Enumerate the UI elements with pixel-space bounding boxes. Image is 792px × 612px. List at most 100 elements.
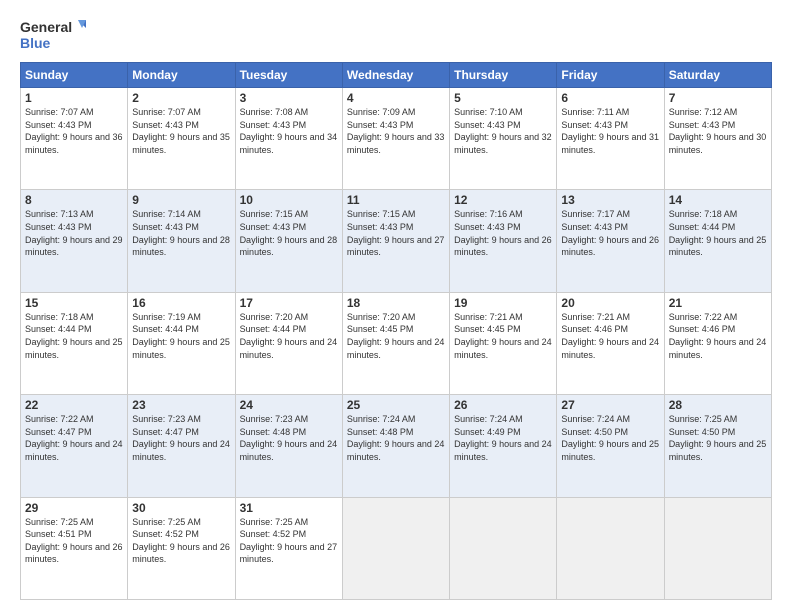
day-info: Sunrise: 7:24 AM Sunset: 4:48 PM Dayligh… bbox=[347, 413, 445, 463]
week-row-5: 29Sunrise: 7:25 AM Sunset: 4:51 PM Dayli… bbox=[21, 497, 772, 599]
day-number: 24 bbox=[240, 398, 338, 412]
day-info: Sunrise: 7:14 AM Sunset: 4:43 PM Dayligh… bbox=[132, 208, 230, 258]
day-cell-12: 12Sunrise: 7:16 AM Sunset: 4:43 PM Dayli… bbox=[450, 190, 557, 292]
day-info: Sunrise: 7:16 AM Sunset: 4:43 PM Dayligh… bbox=[454, 208, 552, 258]
day-cell-16: 16Sunrise: 7:19 AM Sunset: 4:44 PM Dayli… bbox=[128, 292, 235, 394]
day-cell-18: 18Sunrise: 7:20 AM Sunset: 4:45 PM Dayli… bbox=[342, 292, 449, 394]
day-number: 29 bbox=[25, 501, 123, 515]
day-cell-4: 4Sunrise: 7:09 AM Sunset: 4:43 PM Daylig… bbox=[342, 88, 449, 190]
day-number: 19 bbox=[454, 296, 552, 310]
empty-cell bbox=[557, 497, 664, 599]
day-cell-24: 24Sunrise: 7:23 AM Sunset: 4:48 PM Dayli… bbox=[235, 395, 342, 497]
day-cell-10: 10Sunrise: 7:15 AM Sunset: 4:43 PM Dayli… bbox=[235, 190, 342, 292]
day-cell-27: 27Sunrise: 7:24 AM Sunset: 4:50 PM Dayli… bbox=[557, 395, 664, 497]
col-header-friday: Friday bbox=[557, 63, 664, 88]
day-number: 22 bbox=[25, 398, 123, 412]
header: General Blue bbox=[20, 16, 772, 52]
day-info: Sunrise: 7:21 AM Sunset: 4:45 PM Dayligh… bbox=[454, 311, 552, 361]
day-number: 2 bbox=[132, 91, 230, 105]
day-cell-22: 22Sunrise: 7:22 AM Sunset: 4:47 PM Dayli… bbox=[21, 395, 128, 497]
day-number: 7 bbox=[669, 91, 767, 105]
day-cell-9: 9Sunrise: 7:14 AM Sunset: 4:43 PM Daylig… bbox=[128, 190, 235, 292]
day-number: 16 bbox=[132, 296, 230, 310]
day-number: 21 bbox=[669, 296, 767, 310]
day-number: 10 bbox=[240, 193, 338, 207]
day-info: Sunrise: 7:07 AM Sunset: 4:43 PM Dayligh… bbox=[132, 106, 230, 156]
day-number: 1 bbox=[25, 91, 123, 105]
empty-cell bbox=[450, 497, 557, 599]
day-number: 20 bbox=[561, 296, 659, 310]
svg-text:Blue: Blue bbox=[20, 35, 51, 51]
day-cell-2: 2Sunrise: 7:07 AM Sunset: 4:43 PM Daylig… bbox=[128, 88, 235, 190]
day-cell-7: 7Sunrise: 7:12 AM Sunset: 4:43 PM Daylig… bbox=[664, 88, 771, 190]
day-cell-17: 17Sunrise: 7:20 AM Sunset: 4:44 PM Dayli… bbox=[235, 292, 342, 394]
day-number: 27 bbox=[561, 398, 659, 412]
day-cell-26: 26Sunrise: 7:24 AM Sunset: 4:49 PM Dayli… bbox=[450, 395, 557, 497]
day-cell-3: 3Sunrise: 7:08 AM Sunset: 4:43 PM Daylig… bbox=[235, 88, 342, 190]
day-number: 15 bbox=[25, 296, 123, 310]
day-number: 12 bbox=[454, 193, 552, 207]
day-number: 13 bbox=[561, 193, 659, 207]
day-info: Sunrise: 7:23 AM Sunset: 4:47 PM Dayligh… bbox=[132, 413, 230, 463]
logo-svg: General Blue bbox=[20, 16, 90, 52]
day-info: Sunrise: 7:15 AM Sunset: 4:43 PM Dayligh… bbox=[240, 208, 338, 258]
day-number: 23 bbox=[132, 398, 230, 412]
day-info: Sunrise: 7:17 AM Sunset: 4:43 PM Dayligh… bbox=[561, 208, 659, 258]
day-cell-25: 25Sunrise: 7:24 AM Sunset: 4:48 PM Dayli… bbox=[342, 395, 449, 497]
header-row: SundayMondayTuesdayWednesdayThursdayFrid… bbox=[21, 63, 772, 88]
day-cell-8: 8Sunrise: 7:13 AM Sunset: 4:43 PM Daylig… bbox=[21, 190, 128, 292]
day-info: Sunrise: 7:20 AM Sunset: 4:44 PM Dayligh… bbox=[240, 311, 338, 361]
col-header-monday: Monday bbox=[128, 63, 235, 88]
col-header-saturday: Saturday bbox=[664, 63, 771, 88]
day-cell-21: 21Sunrise: 7:22 AM Sunset: 4:46 PM Dayli… bbox=[664, 292, 771, 394]
day-cell-29: 29Sunrise: 7:25 AM Sunset: 4:51 PM Dayli… bbox=[21, 497, 128, 599]
day-info: Sunrise: 7:24 AM Sunset: 4:49 PM Dayligh… bbox=[454, 413, 552, 463]
week-row-3: 15Sunrise: 7:18 AM Sunset: 4:44 PM Dayli… bbox=[21, 292, 772, 394]
day-cell-30: 30Sunrise: 7:25 AM Sunset: 4:52 PM Dayli… bbox=[128, 497, 235, 599]
day-info: Sunrise: 7:10 AM Sunset: 4:43 PM Dayligh… bbox=[454, 106, 552, 156]
day-cell-19: 19Sunrise: 7:21 AM Sunset: 4:45 PM Dayli… bbox=[450, 292, 557, 394]
logo: General Blue bbox=[20, 16, 90, 52]
day-info: Sunrise: 7:25 AM Sunset: 4:52 PM Dayligh… bbox=[240, 516, 338, 566]
day-number: 5 bbox=[454, 91, 552, 105]
day-cell-14: 14Sunrise: 7:18 AM Sunset: 4:44 PM Dayli… bbox=[664, 190, 771, 292]
day-info: Sunrise: 7:23 AM Sunset: 4:48 PM Dayligh… bbox=[240, 413, 338, 463]
day-number: 4 bbox=[347, 91, 445, 105]
day-number: 3 bbox=[240, 91, 338, 105]
day-number: 18 bbox=[347, 296, 445, 310]
day-number: 30 bbox=[132, 501, 230, 515]
day-number: 14 bbox=[669, 193, 767, 207]
col-header-sunday: Sunday bbox=[21, 63, 128, 88]
calendar-table: SundayMondayTuesdayWednesdayThursdayFrid… bbox=[20, 62, 772, 600]
col-header-wednesday: Wednesday bbox=[342, 63, 449, 88]
day-info: Sunrise: 7:21 AM Sunset: 4:46 PM Dayligh… bbox=[561, 311, 659, 361]
svg-text:General: General bbox=[20, 19, 72, 35]
day-info: Sunrise: 7:18 AM Sunset: 4:44 PM Dayligh… bbox=[669, 208, 767, 258]
day-info: Sunrise: 7:12 AM Sunset: 4:43 PM Dayligh… bbox=[669, 106, 767, 156]
col-header-tuesday: Tuesday bbox=[235, 63, 342, 88]
day-info: Sunrise: 7:25 AM Sunset: 4:52 PM Dayligh… bbox=[132, 516, 230, 566]
day-number: 31 bbox=[240, 501, 338, 515]
day-info: Sunrise: 7:24 AM Sunset: 4:50 PM Dayligh… bbox=[561, 413, 659, 463]
day-info: Sunrise: 7:20 AM Sunset: 4:45 PM Dayligh… bbox=[347, 311, 445, 361]
day-info: Sunrise: 7:09 AM Sunset: 4:43 PM Dayligh… bbox=[347, 106, 445, 156]
day-info: Sunrise: 7:19 AM Sunset: 4:44 PM Dayligh… bbox=[132, 311, 230, 361]
day-cell-6: 6Sunrise: 7:11 AM Sunset: 4:43 PM Daylig… bbox=[557, 88, 664, 190]
day-cell-13: 13Sunrise: 7:17 AM Sunset: 4:43 PM Dayli… bbox=[557, 190, 664, 292]
day-info: Sunrise: 7:18 AM Sunset: 4:44 PM Dayligh… bbox=[25, 311, 123, 361]
day-number: 11 bbox=[347, 193, 445, 207]
day-number: 28 bbox=[669, 398, 767, 412]
empty-cell bbox=[664, 497, 771, 599]
day-info: Sunrise: 7:22 AM Sunset: 4:47 PM Dayligh… bbox=[25, 413, 123, 463]
col-header-thursday: Thursday bbox=[450, 63, 557, 88]
day-info: Sunrise: 7:13 AM Sunset: 4:43 PM Dayligh… bbox=[25, 208, 123, 258]
week-row-4: 22Sunrise: 7:22 AM Sunset: 4:47 PM Dayli… bbox=[21, 395, 772, 497]
day-info: Sunrise: 7:15 AM Sunset: 4:43 PM Dayligh… bbox=[347, 208, 445, 258]
day-info: Sunrise: 7:25 AM Sunset: 4:50 PM Dayligh… bbox=[669, 413, 767, 463]
day-cell-11: 11Sunrise: 7:15 AM Sunset: 4:43 PM Dayli… bbox=[342, 190, 449, 292]
day-cell-5: 5Sunrise: 7:10 AM Sunset: 4:43 PM Daylig… bbox=[450, 88, 557, 190]
empty-cell bbox=[342, 497, 449, 599]
day-info: Sunrise: 7:07 AM Sunset: 4:43 PM Dayligh… bbox=[25, 106, 123, 156]
day-number: 26 bbox=[454, 398, 552, 412]
page: General Blue SundayMondayTuesdayWednesda… bbox=[0, 0, 792, 612]
